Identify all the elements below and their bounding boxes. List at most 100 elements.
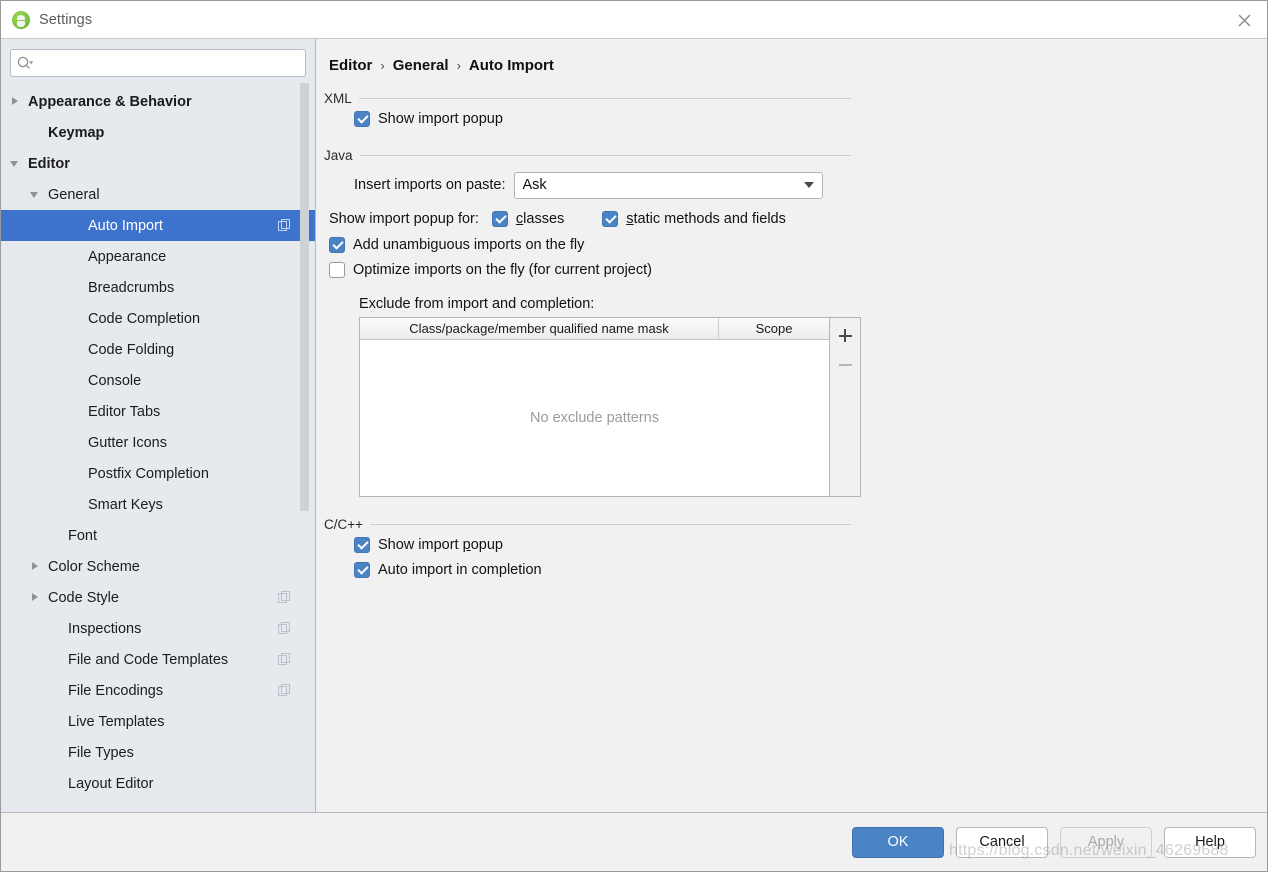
sidebar-item-font[interactable]: Font xyxy=(1,520,315,551)
column-header-name-mask[interactable]: Class/package/member qualified name mask xyxy=(360,318,719,339)
ok-button[interactable]: OK xyxy=(852,826,944,858)
sidebar-item-file-encodings[interactable]: File Encodings xyxy=(1,675,315,706)
search-box[interactable] xyxy=(10,49,306,77)
sidebar-item-appearance[interactable]: Appearance xyxy=(1,241,315,272)
chevron-down-icon[interactable] xyxy=(29,188,42,201)
static-members-label-rest: tatic methods and fields xyxy=(633,211,786,227)
copy-settings-icon[interactable] xyxy=(278,219,291,232)
sidebar-item-live-templates[interactable]: Live Templates xyxy=(1,706,315,737)
sidebar-item-auto-import[interactable]: Auto Import xyxy=(1,210,315,241)
classes-label-rest: lasses xyxy=(523,211,565,227)
chevron-down-icon xyxy=(803,182,814,188)
xml-show-import-popup-row[interactable]: Show import popup xyxy=(354,106,851,131)
sidebar-item-editor[interactable]: Editor xyxy=(1,148,315,179)
cpp-section: C/C++ Show import popup Auto import in c… xyxy=(324,517,851,582)
sidebar-item-general[interactable]: General xyxy=(1,179,315,210)
sidebar-item-label: Inspections xyxy=(68,620,142,637)
insert-imports-on-paste-select[interactable]: Ask xyxy=(513,171,823,199)
cpp-auto-import-in-completion-label: Auto import in completion xyxy=(378,561,542,578)
sidebar-item-console[interactable]: Console xyxy=(1,365,315,396)
search-area xyxy=(1,39,315,77)
optimize-imports-checkbox[interactable] xyxy=(329,261,345,278)
sidebar-item-label: Smart Keys xyxy=(88,496,163,513)
dialog-content: Appearance & Behavior Keymap Editor General… xyxy=(1,38,1267,813)
chevron-right-icon[interactable] xyxy=(9,95,22,108)
sidebar-item-smart-keys[interactable]: Smart Keys xyxy=(1,489,315,520)
sidebar-item-label: Console xyxy=(88,372,142,389)
copy-settings-icon[interactable] xyxy=(278,653,291,666)
table-empty-message: No exclude patterns xyxy=(530,410,659,426)
static-members-mnemonic: s xyxy=(626,211,634,227)
copy-settings-icon[interactable] xyxy=(278,622,291,635)
static-members-checkbox-group[interactable]: static methods and fields xyxy=(602,211,786,227)
search-input[interactable] xyxy=(38,54,299,72)
breadcrumb-crumb-general[interactable]: General xyxy=(393,57,449,74)
sidebar-item-file-types[interactable]: File Types xyxy=(1,737,315,768)
section-divider xyxy=(358,98,851,99)
chevron-down-icon[interactable] xyxy=(9,157,22,170)
sidebar-item-code-style[interactable]: Code Style xyxy=(1,582,315,613)
apply-button: Apply xyxy=(1060,826,1152,858)
cpp-auto-import-in-completion-checkbox[interactable] xyxy=(354,561,370,578)
classes-label: classes xyxy=(516,211,564,227)
dialog-footer: OK Cancel Apply Help xyxy=(1,813,1267,871)
static-members-checkbox[interactable] xyxy=(602,211,619,227)
sidebar-item-appearance-behavior[interactable]: Appearance & Behavior xyxy=(1,86,315,117)
exclude-patterns-area: Class/package/member qualified name mask… xyxy=(359,317,861,497)
sidebar-item-label: Font xyxy=(68,527,98,544)
optimize-imports-row[interactable]: Optimize imports on the fly (for current… xyxy=(329,257,851,282)
sidebar-item-label: Auto Import xyxy=(88,217,163,234)
insert-imports-on-paste-row: Insert imports on paste: Ask xyxy=(354,168,851,202)
sidebar-scrollbar-track[interactable] xyxy=(300,39,312,812)
sidebar-item-keymap[interactable]: Keymap xyxy=(1,117,315,148)
remove-exclude-pattern-button[interactable] xyxy=(830,350,860,379)
add-exclude-pattern-button[interactable] xyxy=(830,321,860,350)
sidebar-item-postfix-completion[interactable]: Postfix Completion xyxy=(1,458,315,489)
classes-checkbox-group[interactable]: classes xyxy=(491,211,564,227)
cancel-button[interactable]: Cancel xyxy=(956,826,1048,858)
xml-show-import-popup-checkbox[interactable] xyxy=(354,110,370,127)
close-icon[interactable] xyxy=(1231,7,1257,33)
sidebar-item-inspections[interactable]: Inspections xyxy=(1,613,315,644)
sidebar-item-label: Live Templates xyxy=(68,713,165,730)
sidebar-item-code-folding[interactable]: Code Folding xyxy=(1,334,315,365)
exclude-from-import-label: Exclude from import and completion: xyxy=(359,296,595,312)
xml-section-title: XML xyxy=(324,91,352,106)
copy-settings-icon[interactable] xyxy=(278,684,291,697)
sidebar-item-layout-editor[interactable]: Layout Editor xyxy=(1,768,315,799)
sidebar-scrollbar-thumb[interactable] xyxy=(300,83,309,511)
settings-dialog: Settings Appearance & Behavior Keymap Ed… xyxy=(0,0,1268,872)
java-section: Java Insert imports on paste: Ask Show i… xyxy=(324,148,861,497)
copy-settings-icon[interactable] xyxy=(278,591,291,604)
breadcrumb-crumb-editor[interactable]: Editor xyxy=(329,57,372,74)
cpp-show-import-popup-row[interactable]: Show import popup xyxy=(354,532,851,557)
help-button[interactable]: Help xyxy=(1164,826,1256,858)
cpp-show-import-popup-checkbox[interactable] xyxy=(354,536,370,553)
sidebar-item-editor-tabs[interactable]: Editor Tabs xyxy=(1,396,315,427)
sidebar-item-label: Appearance xyxy=(88,248,167,265)
exclude-patterns-table[interactable]: Class/package/member qualified name mask… xyxy=(359,317,830,497)
sidebar-item-breadcrumbs[interactable]: Breadcrumbs xyxy=(1,272,315,303)
sidebar-item-gutter-icons[interactable]: Gutter Icons xyxy=(1,427,315,458)
add-unambiguous-imports-label: Add unambiguous imports on the fly xyxy=(353,236,585,253)
add-unambiguous-imports-row[interactable]: Add unambiguous imports on the fly xyxy=(329,232,851,257)
sidebar-item-label: Keymap xyxy=(48,124,105,141)
sidebar-item-color-scheme[interactable]: Color Scheme xyxy=(1,551,315,582)
chevron-right-icon[interactable] xyxy=(29,560,42,573)
column-header-scope[interactable]: Scope xyxy=(719,318,829,339)
sidebar-item-label: File Encodings xyxy=(68,682,164,699)
sidebar-item-code-completion[interactable]: Code Completion xyxy=(1,303,315,334)
classes-checkbox[interactable] xyxy=(491,211,508,227)
add-unambiguous-imports-checkbox[interactable] xyxy=(329,236,345,253)
cpp-auto-import-in-completion-row[interactable]: Auto import in completion xyxy=(354,557,851,582)
sidebar-item-file-and-code-templates[interactable]: File and Code Templates xyxy=(1,644,315,675)
chevron-right-icon[interactable] xyxy=(29,591,42,604)
table-header-row: Class/package/member qualified name mask… xyxy=(360,318,829,340)
